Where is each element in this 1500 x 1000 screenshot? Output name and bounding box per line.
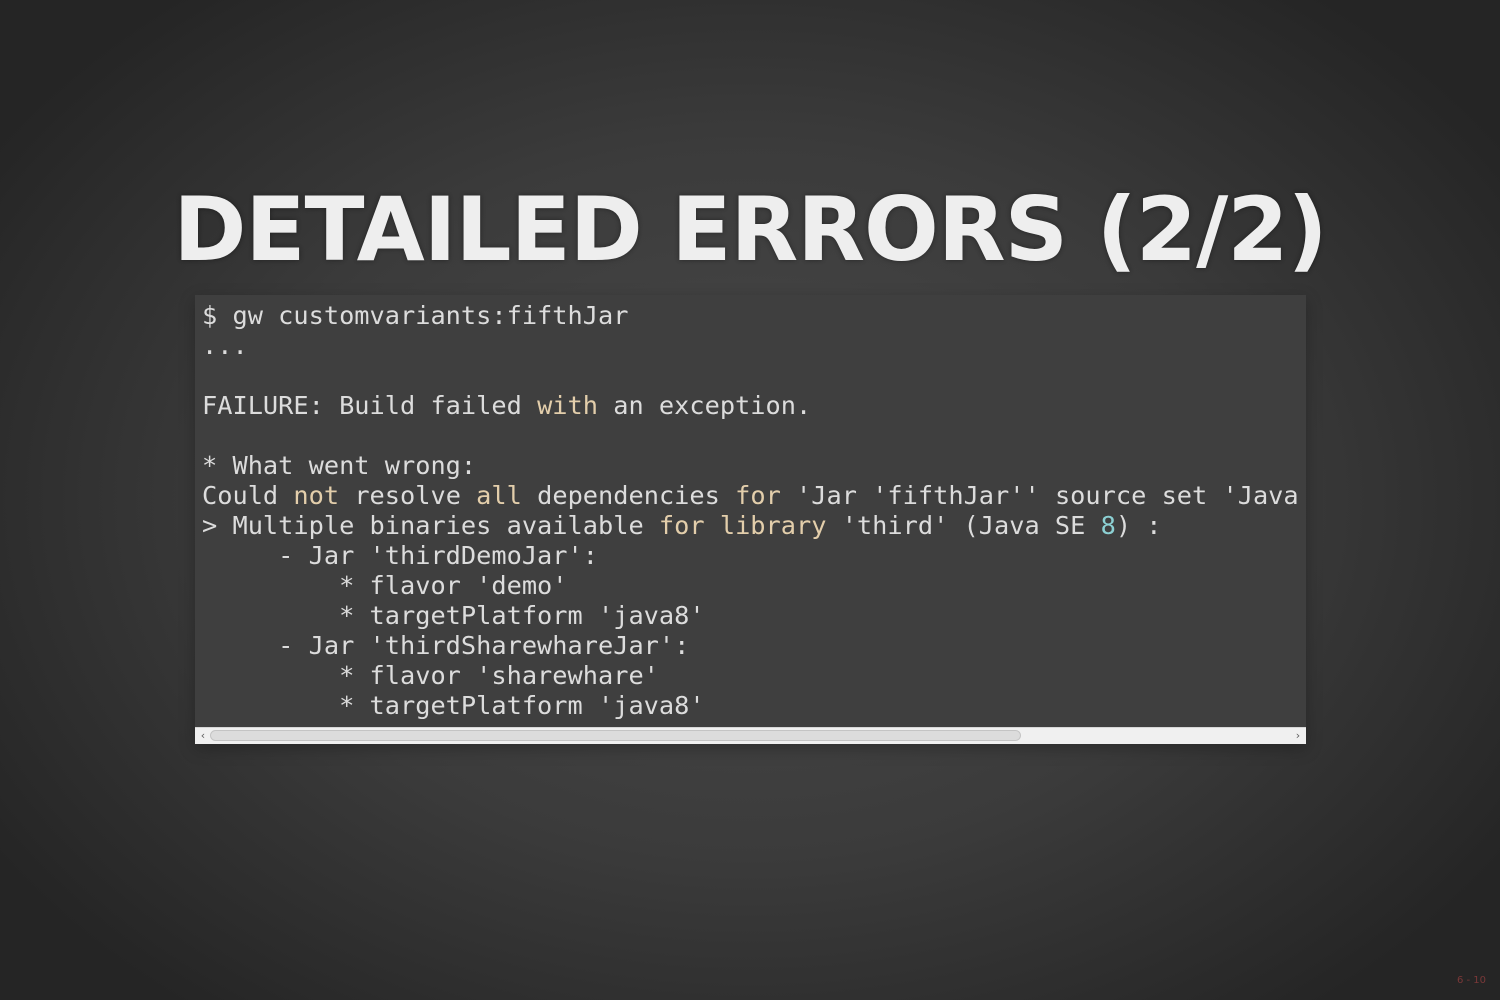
code-text: - Jar 'thirdSharewhareJar': [202, 631, 690, 660]
code-text: * targetPlatform 'java8' [202, 601, 705, 630]
code-keyword: not [293, 481, 340, 510]
code-keyword: for [658, 511, 705, 540]
code-keyword: library [719, 511, 827, 540]
code-line: FAILURE: Build failed with an exception. [202, 391, 1306, 421]
code-panel: $ gw customvariants:fifthJar... FAILURE: … [195, 295, 1306, 744]
code-keyword: for [735, 481, 781, 510]
code-line: - Jar 'thirdDemoJar': [202, 541, 1306, 571]
code-text: dependencies [521, 481, 736, 510]
scrollbar-thumb[interactable] [210, 730, 1021, 741]
code-text: * targetPlatform 'java8' [202, 691, 705, 720]
code-text: ) : [1115, 511, 1162, 540]
horizontal-scrollbar[interactable]: ‹ › [195, 727, 1306, 744]
code-number: 8 [1100, 511, 1116, 540]
chevron-left-icon[interactable]: ‹ [196, 729, 210, 743]
code-text: 'Jar 'fifthJar'' source set 'Java [780, 481, 1299, 510]
slide-number: 6 - 10 [1456, 975, 1486, 986]
code-block: $ gw customvariants:fifthJar... FAILURE: … [195, 295, 1306, 721]
code-line: * flavor 'demo' [202, 571, 1306, 601]
code-keyword: with [537, 391, 598, 420]
code-line: * flavor 'sharewhare' [202, 661, 1306, 691]
code-text: * flavor 'demo' [202, 571, 568, 600]
code-line: ... [202, 331, 1306, 361]
code-keyword: all [476, 481, 522, 510]
code-text: FAILURE: Build failed [202, 391, 538, 420]
code-text: 'third' (Java SE [826, 511, 1101, 540]
code-text: resolve [339, 481, 477, 510]
code-line: * What went wrong: [202, 451, 1306, 481]
code-text: * What went wrong: [202, 451, 477, 480]
code-viewport: $ gw customvariants:fifthJar... FAILURE: … [195, 295, 1306, 728]
code-line: > Multiple binaries available for librar… [202, 511, 1306, 541]
code-line: $ gw customvariants:fifthJar [202, 301, 1306, 331]
code-text: an exception. [597, 391, 812, 420]
code-line: Could not resolve all dependencies for '… [202, 481, 1306, 511]
code-line: - Jar 'thirdSharewhareJar': [202, 631, 1306, 661]
code-line: * targetPlatform 'java8' [202, 691, 1306, 721]
slide-title: DETAILED ERRORS (2/2) [173, 178, 1327, 281]
code-text: * flavor 'sharewhare' [202, 661, 659, 690]
code-text: ... [202, 331, 248, 360]
code-text: - Jar 'thirdDemoJar': [202, 541, 598, 570]
code-line: * targetPlatform 'java8' [202, 601, 1306, 631]
code-text: Could [202, 481, 294, 510]
code-text: > Multiple binaries available [202, 511, 659, 540]
chevron-right-icon[interactable]: › [1291, 729, 1305, 743]
code-text: $ gw customvariants:fifthJar [202, 301, 629, 330]
